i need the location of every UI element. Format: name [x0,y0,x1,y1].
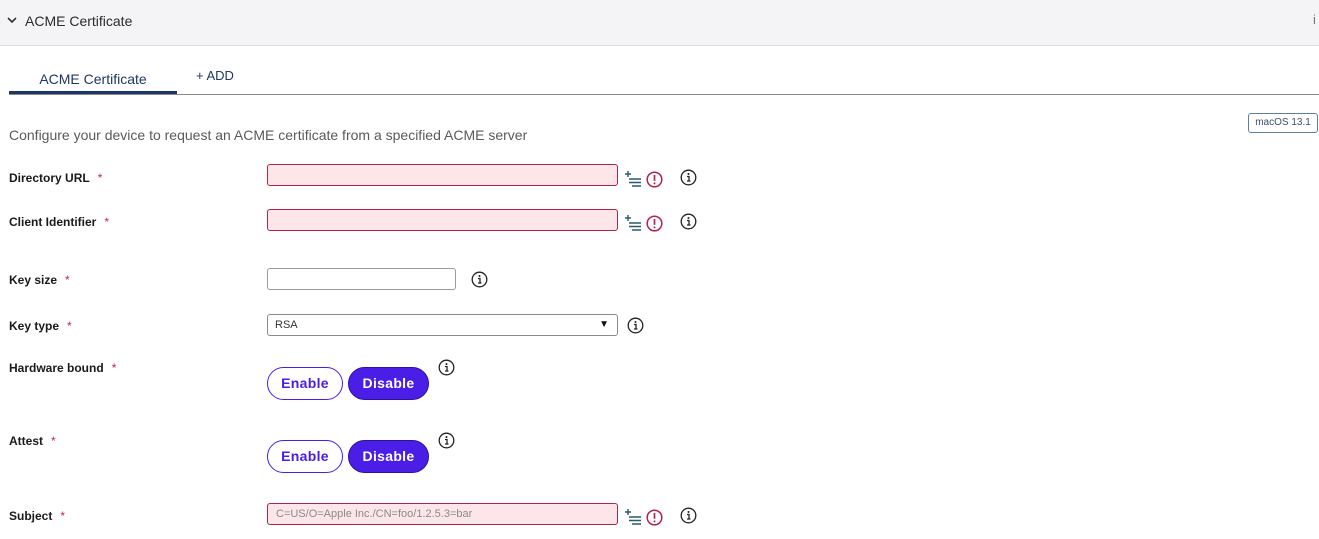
directory-url-input[interactable] [267,164,618,186]
info-icon[interactable] [471,271,488,288]
info-icon[interactable] [680,507,697,524]
error-icon [646,171,663,188]
caret-down-icon: ▼ [599,319,609,330]
required-marker: * [51,434,56,448]
info-icon[interactable] [627,317,644,334]
add-tab-button[interactable]: + ADD [196,68,234,83]
section-header[interactable]: ACME Certificate i [0,0,1319,46]
subject-input[interactable] [267,503,618,525]
key-type-label: Key type * [9,319,72,333]
required-marker: * [104,215,110,229]
error-icon [646,509,663,526]
key-type-selected-value: RSA [275,319,298,331]
insert-variable-icon[interactable] [624,508,642,526]
error-icon [646,215,663,232]
hardware-bound-disable-button[interactable]: Disable [348,367,429,400]
os-version-badge: macOS 13.1 [1248,113,1318,133]
hardware-bound-enable-button[interactable]: Enable [267,367,343,400]
hardware-bound-label: Hardware bound * [9,361,117,375]
required-marker: * [111,361,117,375]
info-icon[interactable] [438,432,455,449]
section-title: ACME Certificate [25,13,133,29]
attest-label: Attest * [9,434,56,448]
client-identifier-label: Client Identifier * [9,215,110,229]
info-icon[interactable] [680,213,697,230]
subject-label: Subject * [9,509,66,523]
insert-variable-icon[interactable] [624,170,642,188]
info-icon[interactable] [680,169,697,186]
info-icon[interactable] [438,359,455,376]
required-marker: * [60,509,66,523]
attest-disable-button[interactable]: Disable [348,440,429,473]
required-marker: * [97,171,103,185]
insert-variable-icon[interactable] [624,214,642,232]
key-type-select[interactable]: RSA ▼ [267,314,618,336]
required-marker: * [67,319,72,333]
directory-url-label: Directory URL * [9,171,103,185]
page-description: Configure your device to request an ACME… [9,127,528,143]
attest-enable-button[interactable]: Enable [267,440,343,473]
info-icon-edge[interactable]: i [1313,12,1316,27]
chevron-down-icon[interactable] [6,14,18,26]
tab-acme-certificate[interactable]: ACME Certificate [9,60,177,94]
tab-bar: ACME Certificate + ADD [9,60,1319,95]
required-marker: * [65,273,70,287]
key-size-input[interactable] [267,268,456,290]
key-size-label: Key size * [9,273,70,287]
client-identifier-input[interactable] [267,209,618,231]
